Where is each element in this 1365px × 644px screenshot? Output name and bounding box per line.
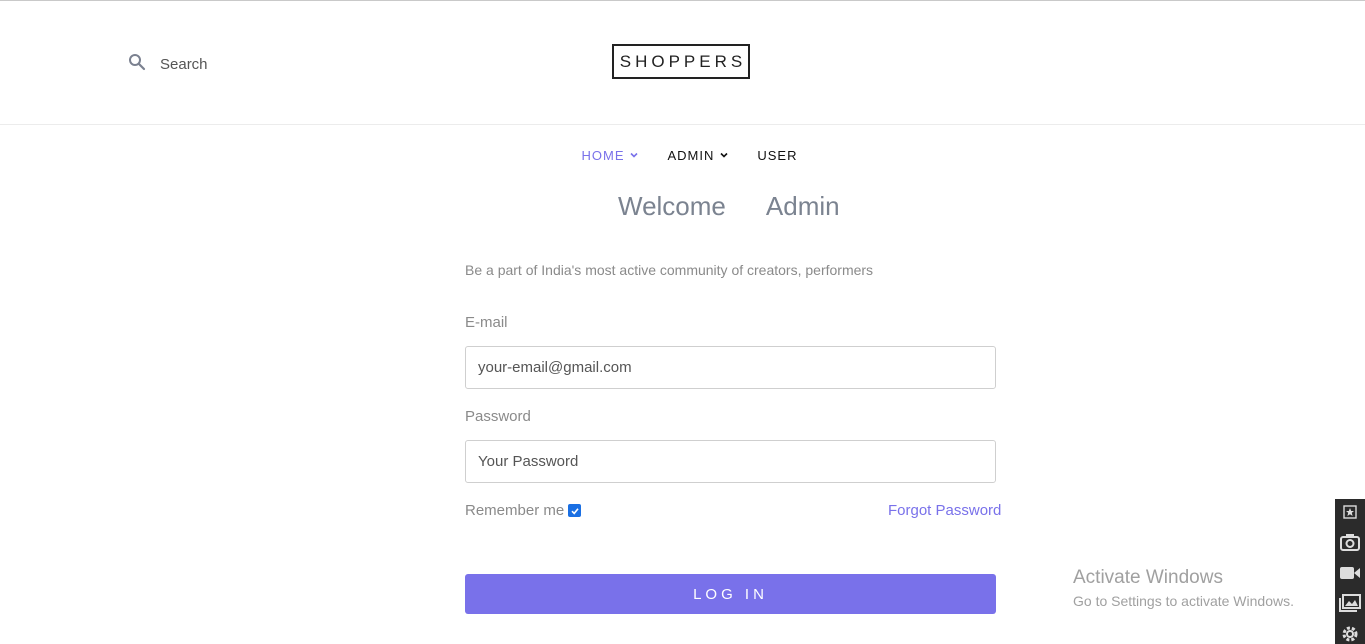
remember-checkbox[interactable] xyxy=(568,504,582,517)
video-icon[interactable] xyxy=(1339,564,1361,582)
chevron-down-icon xyxy=(719,148,729,163)
search-trigger[interactable]: Search xyxy=(128,53,208,76)
nav-item-label: HOME xyxy=(581,148,625,163)
welcome-role: Admin xyxy=(765,191,840,221)
camera-icon[interactable] xyxy=(1339,533,1361,552)
screen-capture-toolbar xyxy=(1335,499,1365,644)
nav-item-label: USER xyxy=(757,148,798,163)
email-field[interactable] xyxy=(465,346,996,389)
search-icon xyxy=(128,53,146,76)
tagline: Be a part of India's most active communi… xyxy=(465,262,874,278)
watermark-subtitle: Go to Settings to activate Windows. xyxy=(1073,593,1294,609)
page-title: Welcome Admin xyxy=(618,191,840,222)
welcome-word: Welcome xyxy=(618,191,726,221)
search-label: Search xyxy=(160,56,208,73)
checkmark-icon xyxy=(571,507,579,515)
chevron-down-icon xyxy=(629,148,639,163)
site-logo[interactable]: SHOPPERS xyxy=(612,44,750,79)
pin-icon[interactable] xyxy=(1339,503,1361,521)
main-nav: HOME ADMIN USER xyxy=(0,148,1365,163)
windows-activation-watermark: Activate Windows Go to Settings to activ… xyxy=(1073,567,1294,609)
email-label: E-mail xyxy=(465,314,508,331)
nav-item-admin[interactable]: ADMIN xyxy=(667,148,729,163)
remember-me: Remember me xyxy=(465,502,582,519)
site-header: Search SHOPPERS xyxy=(0,1,1365,125)
nav-item-label: ADMIN xyxy=(667,148,715,163)
gear-icon[interactable] xyxy=(1339,624,1361,644)
remember-label: Remember me xyxy=(465,502,565,519)
watermark-title: Activate Windows xyxy=(1073,567,1223,588)
login-button[interactable]: LOG IN xyxy=(465,574,996,614)
forgot-password-link[interactable]: Forgot Password xyxy=(888,502,1001,519)
password-label: Password xyxy=(465,408,531,425)
nav-item-user[interactable]: USER xyxy=(757,148,797,163)
nav-item-home[interactable]: HOME xyxy=(581,148,639,163)
password-field[interactable] xyxy=(465,440,996,483)
gallery-icon[interactable] xyxy=(1339,593,1361,612)
